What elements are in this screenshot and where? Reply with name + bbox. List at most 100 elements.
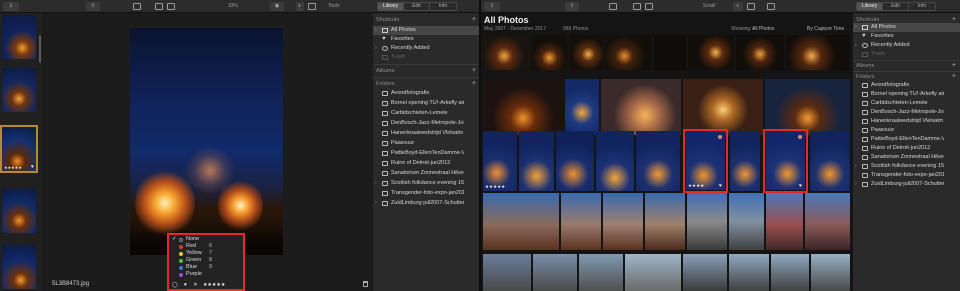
- sidebar-folder[interactable]: PattieBoyd-EllenTenDamme-VIP...: [853, 135, 960, 144]
- sidebar-folder[interactable]: › ZuidLimburg-juli2007-Schutter...: [853, 180, 960, 189]
- photo-thumb[interactable]: ★★★★★: [483, 131, 517, 191]
- photo-thumb[interactable]: [765, 79, 850, 135]
- tab-edit[interactable]: Edit: [883, 3, 909, 10]
- photo-thumb[interactable]: [483, 193, 559, 250]
- tab-edit[interactable]: Edit: [404, 3, 430, 10]
- tab-info[interactable]: Info: [909, 3, 935, 10]
- sidebar-folder[interactable]: ›Scottish folkdance evening 15de...: [373, 179, 480, 188]
- color-option-green[interactable]: Green 8: [172, 257, 242, 264]
- photo-thumb[interactable]: [645, 193, 685, 250]
- color-option-purple[interactable]: Purple: [172, 271, 242, 278]
- eye-icon[interactable]: ◉: [270, 2, 284, 11]
- photo-thumb[interactable]: [603, 193, 643, 250]
- sidebar-item-all-photos[interactable]: › All Photos: [373, 26, 480, 35]
- photo-thumb[interactable]: [688, 35, 734, 70]
- single-view-icon[interactable]: [167, 3, 175, 10]
- photo-thumb[interactable]: [532, 35, 567, 70]
- color-option-yellow[interactable]: Yellow 7: [172, 250, 242, 257]
- add-icon[interactable]: +: [472, 16, 476, 23]
- photo-thumb[interactable]: [579, 254, 623, 291]
- sidebar-folder[interactable]: Avondfotografie: [853, 81, 960, 90]
- sidebar-folder[interactable]: Transgender-foto-expo-jan2010: [853, 171, 960, 180]
- sidebar-folder[interactable]: Paasvuur: [853, 126, 960, 135]
- photo-thumb[interactable]: [556, 131, 594, 191]
- grid-view-icon[interactable]: [633, 3, 641, 10]
- sidebar-folder[interactable]: Carbidschieten-Lemele: [853, 99, 960, 108]
- color-option-red[interactable]: Red 6: [172, 243, 242, 250]
- crop-icon[interactable]: [308, 3, 316, 10]
- photo-thumb[interactable]: [601, 79, 681, 135]
- photo-thumb[interactable]: [729, 193, 764, 250]
- photo-thumb[interactable]: [483, 79, 563, 135]
- filmstrip-thumb[interactable]: [2, 189, 36, 233]
- photo-thumb[interactable]: [519, 131, 554, 191]
- filmstrip-thumb-selected[interactable]: ★★★★★ ♥: [0, 125, 38, 173]
- sidebar-item-recently-added[interactable]: › Recently Added: [373, 44, 480, 53]
- sidebar-item-all-photos[interactable]: › All Photos: [853, 23, 960, 32]
- filmstrip-thumb[interactable]: [2, 15, 36, 59]
- sidebar-folder[interactable]: Ruins of Detroit-jun2012: [853, 144, 960, 153]
- add-album-icon[interactable]: +: [952, 62, 956, 69]
- reject-icon[interactable]: ✕: [193, 282, 197, 288]
- photo-thumb[interactable]: [565, 79, 599, 135]
- sidebar-item-favorites[interactable]: Favorites ♥: [373, 35, 480, 44]
- color-circle-icon[interactable]: ◯: [172, 282, 178, 288]
- sidebar-item-recently-added[interactable]: › Recently Added: [853, 41, 960, 50]
- photo-thumb[interactable]: [636, 131, 680, 191]
- color-option-none[interactable]: ✓ None: [172, 236, 242, 243]
- rating-stars[interactable]: ★★★★★: [203, 282, 225, 288]
- adjust-icon[interactable]: ◐: [296, 2, 304, 11]
- sidebar-toggle-icon[interactable]: [133, 3, 141, 10]
- photo-thumb[interactable]: [811, 254, 850, 291]
- photo-thumb[interactable]: [687, 193, 727, 250]
- sidebar-folder[interactable]: PattieBoyd-EllenTenDamme-VIP...: [373, 149, 480, 158]
- sidebar-folder[interactable]: › ZuidLimburg-juli2007-Schutter...: [373, 199, 480, 208]
- sidebar-toggle-icon[interactable]: [609, 3, 617, 10]
- photo-thumb[interactable]: [730, 131, 760, 191]
- photo-thumb[interactable]: [805, 193, 850, 250]
- sidebar-folder[interactable]: DenBosch-Jazz-Metropole-John...: [853, 108, 960, 117]
- import-button[interactable]: ⇩: [484, 2, 500, 11]
- photo-thumb[interactable]: [771, 254, 809, 291]
- photo-thumb[interactable]: [533, 254, 577, 291]
- sidebar-folder[interactable]: DenBosch-Jazz-Metropole-John...: [373, 119, 480, 128]
- photo-thumb[interactable]: [736, 35, 784, 70]
- selected-photo[interactable]: ★★★★ ♥: [683, 129, 728, 193]
- tab-library[interactable]: Library: [857, 3, 883, 10]
- sidebar-folder[interactable]: Transgender-foto-expo-jan2010: [373, 189, 480, 198]
- crop-icon[interactable]: [747, 3, 755, 10]
- photo-thumb[interactable]: [786, 35, 850, 70]
- sidebar-folder[interactable]: Carbidschieten-Lemele: [373, 109, 480, 118]
- sidebar-folder[interactable]: Hanenkraaiwedstrijd Vlelsalm 20...: [853, 117, 960, 126]
- photo-thumb[interactable]: [766, 193, 803, 250]
- import-button[interactable]: ⇩: [3, 2, 19, 11]
- photo-thumb[interactable]: [625, 254, 681, 291]
- main-photo[interactable]: [130, 28, 283, 255]
- selected-photo[interactable]: ♥: [763, 129, 808, 193]
- adjust-icon[interactable]: ◐: [733, 2, 743, 11]
- sidebar-folder[interactable]: Ruins of Detroit-jun2012: [373, 159, 480, 168]
- photo-thumb[interactable]: [606, 35, 652, 70]
- sidebar-folder[interactable]: Hanenkraaiwedstrijd Vlelsalm 20...: [373, 129, 480, 138]
- single-view-icon[interactable]: [645, 3, 653, 10]
- photo-thumb[interactable]: [596, 131, 634, 191]
- photo-thumb[interactable]: [569, 35, 604, 70]
- sidebar-item-favorites[interactable]: ♥ Favorites: [853, 32, 960, 41]
- filmstrip-scrollbar[interactable]: [39, 35, 41, 63]
- photo-thumb[interactable]: [729, 254, 769, 291]
- sidebar-folder[interactable]: Sanatorium Zonnestraal Hilversum: [853, 153, 960, 162]
- showing-filter[interactable]: All Photos: [752, 26, 775, 32]
- sidebar-folder[interactable]: Bornel opening TU!-Arkefly airlin...: [373, 99, 480, 108]
- search-icon[interactable]: [767, 3, 775, 10]
- filmstrip-thumb[interactable]: [2, 245, 36, 289]
- add-icon[interactable]: +: [952, 16, 956, 23]
- filmstrip-thumb[interactable]: [2, 68, 36, 112]
- photo-thumb[interactable]: [810, 131, 850, 191]
- photo-thumb[interactable]: [483, 254, 531, 291]
- sidebar-item-trash[interactable]: Trash: [853, 50, 960, 59]
- add-folder-icon[interactable]: +: [472, 80, 476, 87]
- heart-icon[interactable]: ♥: [184, 282, 187, 288]
- sidebar-folder[interactable]: Avondfotografie: [373, 89, 480, 98]
- tools-menu[interactable]: Tools: [328, 2, 340, 11]
- sidebar-item-trash[interactable]: Trash: [373, 53, 480, 62]
